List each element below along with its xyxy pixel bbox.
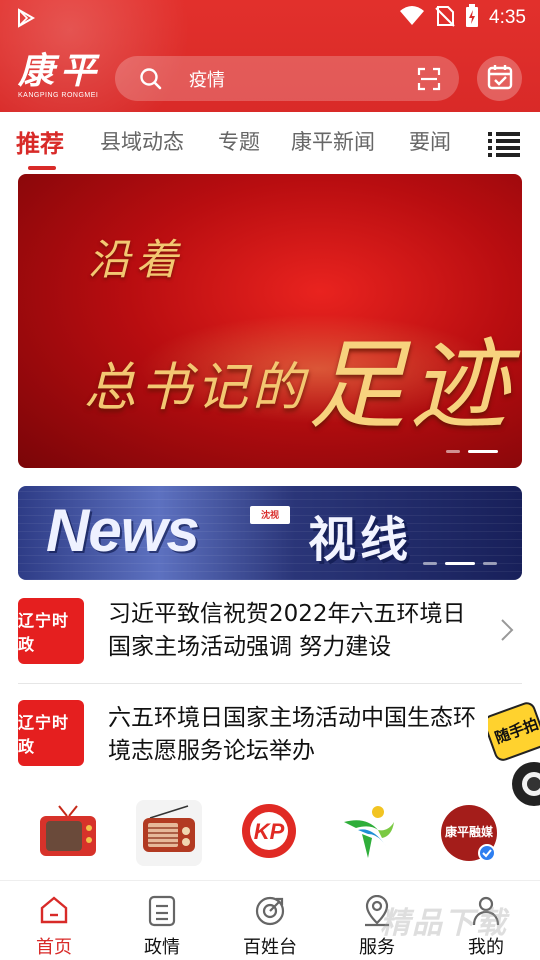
green-logo-icon: [338, 800, 400, 866]
kp-shortcut[interactable]: KP: [236, 800, 302, 866]
status-time: 4:35: [489, 7, 526, 28]
banner-line2: 总书记的足迹: [84, 329, 513, 443]
news-item[interactable]: 辽宁时政 六五环境日国家主场活动中国生态环境志愿服务论坛举办: [0, 688, 540, 792]
carousel-dot: [483, 562, 497, 565]
rongmei-logo-icon: 康平融媒: [439, 803, 499, 863]
carousel-dot: [446, 450, 460, 453]
logo-mark: 康平: [18, 50, 103, 92]
news-title: 六五环境日国家主场活动中国生态环境志愿服务论坛举办: [108, 705, 476, 764]
document-icon: [148, 895, 176, 931]
carousel-dot-active: [468, 450, 498, 453]
chevron-right-icon: [500, 618, 514, 646]
rongmei-logo-text: 康平融媒: [444, 825, 493, 839]
search-bar[interactable]: 疫情: [115, 56, 459, 101]
nav-home[interactable]: 首页: [9, 881, 99, 960]
list-divider: [18, 683, 522, 684]
radio-icon: [140, 802, 198, 864]
banner-line1: 沿着: [88, 235, 185, 284]
category-tabs: 推荐 县域动态 专题 康平新闻 要闻: [0, 112, 540, 174]
search-icon: [139, 67, 163, 95]
radio-shortcut[interactable]: [136, 800, 202, 866]
carousel-dot: [423, 562, 437, 565]
logo-subtitle: KANGPING RONGMEI: [18, 92, 99, 99]
carousel-dots-2: [423, 562, 497, 565]
carousel-dot-active: [445, 562, 475, 565]
nav-citizens[interactable]: 百姓台: [225, 881, 315, 960]
tab-topics[interactable]: 专题: [218, 126, 260, 156]
app-header: 4:35 康平 KANGPING RONGMEI 疫情: [0, 0, 540, 112]
hero-banner[interactable]: 沿着 总书记的足迹: [18, 174, 522, 468]
active-tab-indicator: [28, 166, 56, 170]
tab-headlines[interactable]: 要闻: [409, 126, 451, 156]
rongmei-shortcut[interactable]: 康平融媒: [436, 800, 502, 866]
scan-icon[interactable]: [417, 67, 441, 95]
calendar-check-icon: [486, 63, 514, 95]
calendar-button[interactable]: [477, 56, 522, 101]
news-source-thumb: 辽宁时政: [18, 700, 84, 766]
tab-kangping-news[interactable]: 康平新闻: [291, 126, 375, 156]
video-banner[interactable]: News 沈视 视线: [18, 486, 522, 580]
app-logo: 康平 KANGPING RONGMEI: [18, 52, 124, 106]
play-store-icon: [16, 8, 36, 32]
kp-logo-icon: KP: [240, 802, 298, 864]
watermark: 精品下载: [380, 906, 508, 941]
news-source-thumb: 辽宁时政: [18, 598, 84, 664]
radar-icon: [254, 895, 286, 931]
news-title: 习近平致信祝贺2022年六五环境日国家主场活动强调 努力建设: [108, 601, 466, 660]
nav-home-label: 首页: [36, 937, 72, 958]
svg-text:KP: KP: [254, 819, 285, 844]
tv-icon: [37, 800, 99, 866]
battery-charging-icon: [465, 4, 479, 32]
nav-citizens-label: 百姓台: [243, 937, 297, 958]
tab-recommend[interactable]: 推荐: [16, 124, 64, 159]
menu-icon[interactable]: [488, 131, 520, 161]
no-sim-icon: [435, 5, 455, 31]
carousel-dots: [446, 450, 498, 453]
nav-government[interactable]: 政情: [117, 881, 207, 960]
tv-shortcut[interactable]: [35, 800, 101, 866]
status-bar: 4:35: [0, 0, 540, 36]
search-placeholder: 疫情: [189, 70, 225, 91]
nav-government-label: 政情: [144, 937, 180, 958]
banner2-title: 视线: [308, 512, 413, 568]
news-item[interactable]: 辽宁时政 习近平致信祝贺2022年六五环境日国家主场活动强调 努力建设: [0, 584, 540, 688]
green-app-shortcut[interactable]: [336, 800, 402, 866]
tab-county-news[interactable]: 县域动态: [100, 126, 184, 156]
snapshot-float-button[interactable]: 随手拍: [483, 700, 540, 810]
home-icon: [39, 895, 69, 929]
wifi-icon: [399, 5, 425, 31]
banner2-news-text: News: [46, 497, 200, 564]
banner-big-text: 足迹: [308, 329, 513, 443]
banner2-chip: 沈视: [250, 506, 290, 524]
